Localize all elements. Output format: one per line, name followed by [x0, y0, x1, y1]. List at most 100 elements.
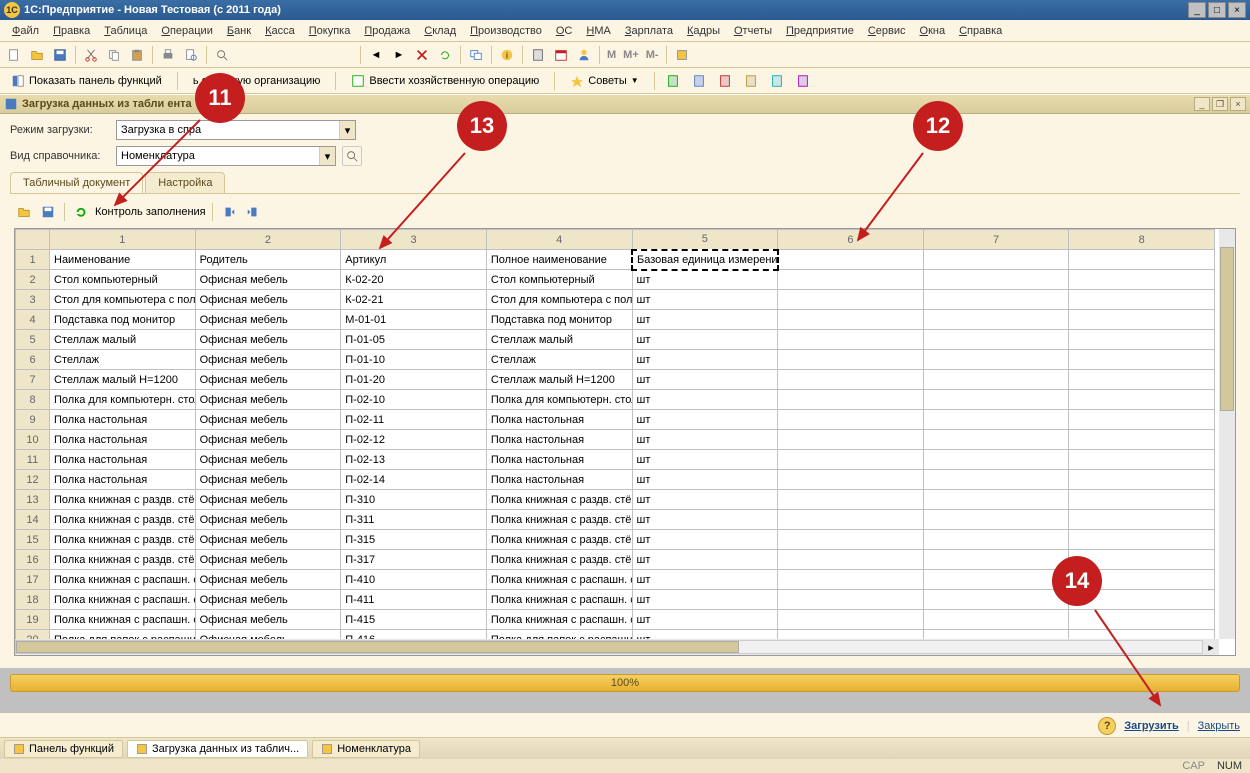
- data-cell[interactable]: [1069, 430, 1215, 450]
- data-cell[interactable]: шт: [632, 370, 778, 390]
- data-cell[interactable]: шт: [632, 270, 778, 290]
- menu-Покупка[interactable]: Покупка: [303, 23, 357, 39]
- doc-icon-2[interactable]: [689, 71, 709, 91]
- sw-restore-button[interactable]: ❐: [1212, 97, 1228, 111]
- load-button[interactable]: Загрузить: [1124, 720, 1179, 732]
- data-cell[interactable]: П-310: [341, 490, 487, 510]
- doc-icon-1[interactable]: [663, 71, 683, 91]
- data-cell[interactable]: П-01-20: [341, 370, 487, 390]
- data-cell[interactable]: П-01-10: [341, 350, 487, 370]
- row-header[interactable]: 9: [16, 410, 50, 430]
- header-cell[interactable]: [1069, 250, 1215, 270]
- data-cell[interactable]: [1069, 310, 1215, 330]
- data-cell[interactable]: [923, 390, 1069, 410]
- data-cell[interactable]: П-02-13: [341, 450, 487, 470]
- misc-icon[interactable]: [672, 45, 692, 65]
- menu-Банк[interactable]: Банк: [221, 23, 257, 39]
- copy-icon[interactable]: [104, 45, 124, 65]
- row-header[interactable]: 15: [16, 530, 50, 550]
- data-cell[interactable]: шт: [632, 570, 778, 590]
- data-cell[interactable]: [778, 390, 924, 410]
- data-cell[interactable]: шт: [632, 410, 778, 430]
- chevron-down-icon[interactable]: ▾: [319, 147, 335, 165]
- data-cell[interactable]: [1069, 290, 1215, 310]
- data-cell[interactable]: [923, 550, 1069, 570]
- doc-icon-5[interactable]: [767, 71, 787, 91]
- advice-button[interactable]: Советы ▼: [563, 71, 645, 91]
- data-cell[interactable]: Полка книжная с распашн. стёкла: [50, 590, 196, 610]
- data-cell[interactable]: Офисная мебель: [195, 270, 341, 290]
- sw-minimize-button[interactable]: _: [1194, 97, 1210, 111]
- data-cell[interactable]: [778, 330, 924, 350]
- menu-Предприятие[interactable]: Предприятие: [780, 23, 860, 39]
- data-cell[interactable]: Полка книжная с раздв. стёклам: [486, 510, 632, 530]
- menu-Сервис[interactable]: Сервис: [862, 23, 912, 39]
- data-cell[interactable]: П-311: [341, 510, 487, 530]
- data-cell[interactable]: шт: [632, 530, 778, 550]
- data-cell[interactable]: Офисная мебель: [195, 450, 341, 470]
- data-cell[interactable]: [778, 610, 924, 630]
- data-cell[interactable]: [923, 590, 1069, 610]
- close-button[interactable]: ×: [1228, 2, 1246, 18]
- col-header[interactable]: 8: [1069, 230, 1215, 250]
- data-cell[interactable]: [1069, 350, 1215, 370]
- data-cell[interactable]: [778, 290, 924, 310]
- nav-back-icon[interactable]: ◄: [366, 45, 386, 65]
- row-header[interactable]: 17: [16, 570, 50, 590]
- vertical-scrollbar[interactable]: [1219, 229, 1235, 639]
- menu-Операции[interactable]: Операции: [155, 23, 218, 39]
- data-cell[interactable]: Полка настольная: [50, 450, 196, 470]
- row-header[interactable]: 12: [16, 470, 50, 490]
- data-cell[interactable]: [923, 610, 1069, 630]
- info-icon[interactable]: i: [497, 45, 517, 65]
- data-cell[interactable]: шт: [632, 290, 778, 310]
- data-cell[interactable]: [923, 570, 1069, 590]
- data-cell[interactable]: [923, 470, 1069, 490]
- data-cell[interactable]: П-02-11: [341, 410, 487, 430]
- data-cell[interactable]: [923, 290, 1069, 310]
- data-cell[interactable]: Полка настольная: [486, 450, 632, 470]
- data-cell[interactable]: [1069, 390, 1215, 410]
- data-cell[interactable]: [778, 270, 924, 290]
- data-cell[interactable]: Офисная мебель: [195, 470, 341, 490]
- maximize-button[interactable]: □: [1208, 2, 1226, 18]
- data-cell[interactable]: [923, 270, 1069, 290]
- data-cell[interactable]: Полка книжная с распашн. стёкл: [486, 570, 632, 590]
- data-cell[interactable]: Стеллаж: [50, 350, 196, 370]
- data-cell[interactable]: шт: [632, 430, 778, 450]
- paste-icon[interactable]: [127, 45, 147, 65]
- data-cell[interactable]: шт: [632, 310, 778, 330]
- data-cell[interactable]: Полка настольная: [50, 430, 196, 450]
- data-cell[interactable]: Полка книжная с раздв. стёклами: [50, 510, 196, 530]
- menu-Файл[interactable]: Файл: [6, 23, 45, 39]
- data-cell[interactable]: П-02-12: [341, 430, 487, 450]
- data-cell[interactable]: П-410: [341, 570, 487, 590]
- data-cell[interactable]: шт: [632, 590, 778, 610]
- data-cell[interactable]: [923, 330, 1069, 350]
- data-cell[interactable]: К-02-20: [341, 270, 487, 290]
- data-cell[interactable]: [923, 430, 1069, 450]
- row-header[interactable]: 18: [16, 590, 50, 610]
- data-cell[interactable]: [923, 450, 1069, 470]
- data-cell[interactable]: [923, 530, 1069, 550]
- data-cell[interactable]: [778, 570, 924, 590]
- menu-Правка[interactable]: Правка: [47, 23, 96, 39]
- data-cell[interactable]: [778, 410, 924, 430]
- data-cell[interactable]: Полка книжная с раздв. стёклам: [486, 530, 632, 550]
- open-icon[interactable]: [27, 45, 47, 65]
- row-header[interactable]: 7: [16, 370, 50, 390]
- search-ref-button[interactable]: [342, 146, 362, 166]
- nav-fwd-icon[interactable]: ►: [389, 45, 409, 65]
- doc-icon-3[interactable]: [715, 71, 735, 91]
- data-cell[interactable]: П-411: [341, 590, 487, 610]
- cut-icon[interactable]: [81, 45, 101, 65]
- row-header[interactable]: 6: [16, 350, 50, 370]
- data-cell[interactable]: шт: [632, 550, 778, 570]
- row-header[interactable]: 10: [16, 430, 50, 450]
- data-cell[interactable]: Полка книжная с раздв. стёклами: [50, 490, 196, 510]
- data-cell[interactable]: [778, 550, 924, 570]
- data-cell[interactable]: шт: [632, 470, 778, 490]
- data-cell[interactable]: П-02-14: [341, 470, 487, 490]
- data-cell[interactable]: [778, 370, 924, 390]
- data-cell[interactable]: [778, 590, 924, 610]
